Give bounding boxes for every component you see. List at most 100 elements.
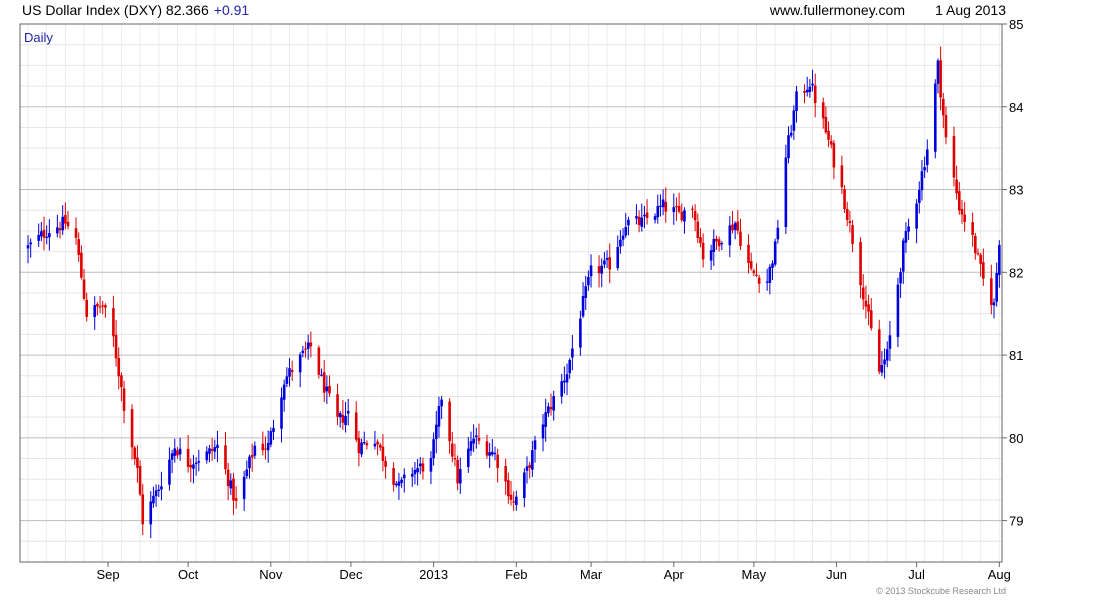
candle-body xyxy=(547,406,550,414)
candle-body xyxy=(328,385,331,394)
timeframe-label: Daily xyxy=(24,30,53,45)
candle-body xyxy=(376,441,379,445)
y-tick-label: 83 xyxy=(1009,183,1023,198)
candle-body xyxy=(982,262,985,279)
x-tick-label: Jul xyxy=(908,567,925,582)
candle-body xyxy=(771,263,774,268)
candle-body xyxy=(245,469,249,477)
candle-body xyxy=(925,149,929,166)
candle-body xyxy=(848,221,852,224)
candle-body xyxy=(226,469,230,487)
candle-body xyxy=(813,85,817,104)
candle-body xyxy=(784,157,788,228)
candle-body xyxy=(656,205,660,218)
candle-body xyxy=(507,480,510,497)
candle-body xyxy=(904,231,908,243)
candle-body xyxy=(691,208,694,210)
chart: US Dollar Index (DXY) 82.366 +0.91 www.f… xyxy=(0,0,1100,600)
candle-body xyxy=(861,287,865,300)
candle-body xyxy=(322,372,326,393)
candle-body xyxy=(80,252,83,278)
candle-body xyxy=(627,219,630,226)
candle-body xyxy=(189,464,193,468)
candle-body xyxy=(952,136,956,178)
candle-body xyxy=(381,446,385,461)
candle-body xyxy=(74,228,78,238)
candle-body xyxy=(864,300,868,307)
x-tick-label: 2013 xyxy=(419,567,448,582)
candle-body xyxy=(995,272,998,302)
candle-body xyxy=(544,412,547,427)
chart-svg: US Dollar Index (DXY) 82.366 +0.91 www.f… xyxy=(19,2,1023,596)
candle-body xyxy=(264,448,267,450)
candle-body xyxy=(434,424,438,439)
candle-body xyxy=(242,476,246,499)
candle-body xyxy=(346,411,350,414)
candle-body xyxy=(923,167,926,171)
candle-body xyxy=(859,242,862,286)
candle-body xyxy=(549,407,553,410)
candle-body xyxy=(304,348,307,350)
x-tick-label: Feb xyxy=(505,567,527,582)
candle-body xyxy=(587,276,590,286)
candle-body xyxy=(234,498,238,501)
candle-body xyxy=(768,266,772,283)
candle-body xyxy=(229,480,233,489)
candle-body xyxy=(320,374,323,376)
candle-body xyxy=(210,448,214,451)
candle-body xyxy=(976,253,980,255)
candle-body xyxy=(624,226,628,236)
candle-body xyxy=(541,424,545,439)
candle-body xyxy=(29,242,32,245)
candle-body xyxy=(560,381,564,397)
candle-body xyxy=(205,451,209,461)
candle-body xyxy=(394,483,398,486)
candle-body xyxy=(42,229,46,238)
candle-body xyxy=(901,240,905,272)
candle-body xyxy=(992,302,996,306)
candle-body xyxy=(496,454,499,468)
candle-body xyxy=(974,235,977,254)
candle-body xyxy=(757,277,761,284)
candle-body xyxy=(157,489,161,492)
candle-body xyxy=(475,435,478,438)
candle-body xyxy=(437,406,441,427)
candle-body xyxy=(421,463,425,472)
candle-body xyxy=(715,238,718,242)
candle-body xyxy=(192,464,195,469)
y-tick-label: 81 xyxy=(1009,348,1023,363)
candle-body xyxy=(48,233,51,238)
x-tick-label: Aug xyxy=(988,567,1011,582)
candle-body xyxy=(640,217,644,227)
candle-body xyxy=(224,445,227,470)
candle-body xyxy=(288,368,291,377)
candle-body xyxy=(739,231,742,246)
candle-body xyxy=(82,279,86,299)
candle-body xyxy=(608,257,612,270)
candle-body xyxy=(808,86,812,93)
candle-body xyxy=(869,310,873,329)
candle-body xyxy=(616,246,620,269)
candle-body xyxy=(282,384,286,400)
candle-body xyxy=(101,305,105,307)
candle-body xyxy=(955,179,958,194)
candle-body xyxy=(429,458,433,472)
candle-body xyxy=(168,459,171,485)
candle-body xyxy=(565,374,569,383)
candle-body xyxy=(410,473,414,477)
candle-body xyxy=(397,481,401,486)
candle-body xyxy=(440,399,443,407)
candle-body xyxy=(581,296,585,317)
candle-body xyxy=(653,216,657,220)
candle-body xyxy=(787,135,790,159)
candle-body xyxy=(384,461,387,467)
candle-body xyxy=(821,102,825,119)
candle-body xyxy=(58,228,62,231)
candle-body xyxy=(453,458,457,460)
candle-body xyxy=(645,212,649,218)
candle-body xyxy=(197,461,201,463)
candle-body xyxy=(701,242,705,260)
candle-body xyxy=(643,214,646,217)
candle-body xyxy=(272,427,275,432)
candle-body xyxy=(472,438,475,444)
